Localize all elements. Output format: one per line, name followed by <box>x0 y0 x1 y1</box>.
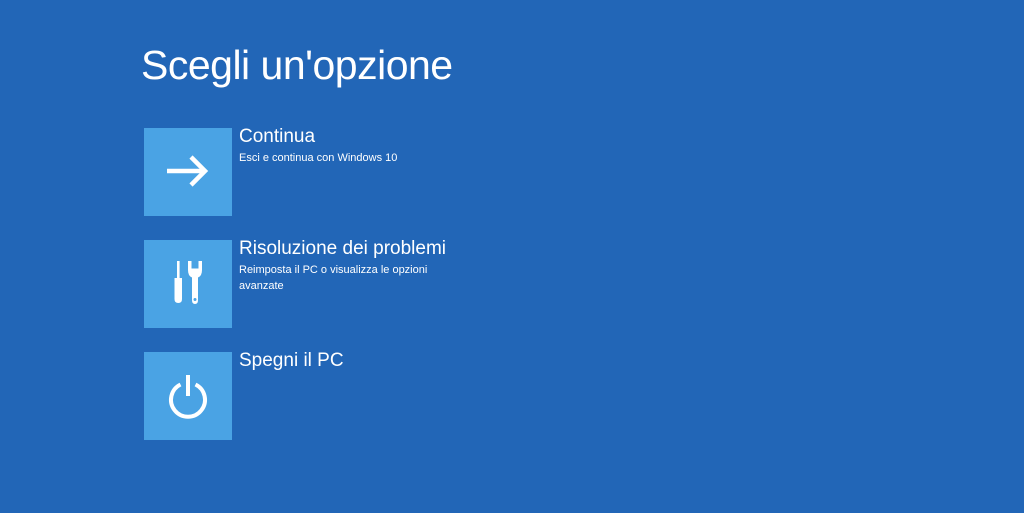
option-continue-tile[interactable] <box>144 128 232 216</box>
option-continue[interactable]: Continua Esci e continua con Windows 10 <box>144 126 464 216</box>
option-shutdown-label[interactable]: Spegni il PC <box>239 349 469 373</box>
recovery-screen: Scegli un'opzione Continua Esci e contin… <box>0 0 1024 513</box>
page-title: Scegli un'opzione <box>141 42 453 88</box>
option-shutdown-text: Spegni il PC <box>239 349 469 374</box>
option-continue-label[interactable]: Continua <box>239 125 469 149</box>
option-continue-text: Continua Esci e continua con Windows 10 <box>239 125 469 166</box>
power-icon <box>169 375 207 419</box>
option-troubleshoot-description: Reimposta il PC o visualizza le opzioni … <box>239 264 428 292</box>
option-troubleshoot-text: Risoluzione dei problemi Reimposta il PC… <box>239 237 469 294</box>
option-troubleshoot-tile[interactable] <box>144 240 232 328</box>
option-continue-description: Esci e continua con Windows 10 <box>239 152 398 164</box>
tools-icon <box>174 261 202 304</box>
option-troubleshoot[interactable]: Risoluzione dei problemi Reimposta il PC… <box>144 238 464 328</box>
option-shutdown[interactable]: Spegni il PC <box>144 350 464 440</box>
option-shutdown-tile[interactable] <box>144 352 232 440</box>
option-troubleshoot-label[interactable]: Risoluzione dei problemi <box>239 237 469 261</box>
arrow-right-icon <box>167 155 209 187</box>
